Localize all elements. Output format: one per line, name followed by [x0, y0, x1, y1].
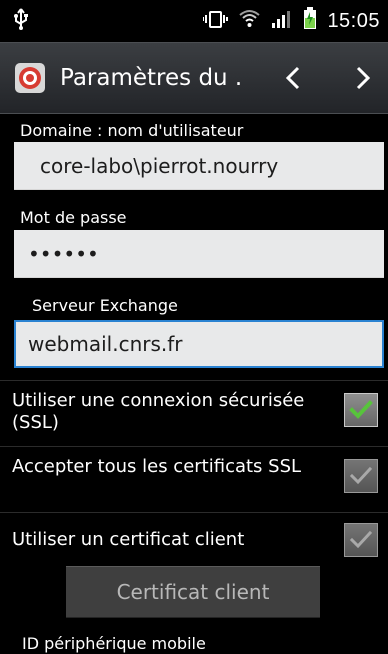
client-certificate-checkbox[interactable]: [344, 523, 378, 557]
usb-icon: [12, 7, 30, 36]
check-icon: [349, 466, 373, 485]
clock: 15:05: [327, 9, 380, 32]
status-bar: 15:05: [0, 0, 388, 42]
status-right: 15:05: [202, 7, 380, 35]
chevron-right-icon[interactable]: [348, 61, 378, 95]
vibrate-icon: [202, 9, 229, 34]
mobile-device-id-label: ID périphérique mobile: [22, 634, 206, 653]
check-icon: [349, 400, 373, 419]
check-icon: [349, 530, 373, 549]
password-field[interactable]: ••••••: [14, 230, 384, 278]
accept-ssl-certificates-label: Accepter tous les certificats SSL: [12, 456, 302, 477]
accept-ssl-certificates-checkbox[interactable]: [344, 459, 378, 493]
exchange-server-field[interactable]: webmail.cnrs.fr: [14, 320, 384, 368]
email-app-icon: [14, 62, 46, 94]
action-bar: Paramètres du .: [0, 42, 388, 114]
password-label: Mot de passe: [20, 208, 127, 227]
ssl-connection-option[interactable]: Utiliser une connexion sécurisée (SSL): [0, 380, 388, 446]
status-left: [12, 7, 30, 36]
domain-username-label: Domaine : nom d'utilisateur: [20, 121, 244, 140]
ssl-connection-checkbox[interactable]: [344, 393, 378, 427]
ssl-connection-label: Utiliser une connexion sécurisée (SSL): [12, 390, 305, 433]
signal-icon: [271, 9, 293, 34]
accept-ssl-certificates-option[interactable]: Accepter tous les certificats SSL: [0, 446, 388, 512]
client-certificate-button[interactable]: Certificat client: [66, 566, 320, 618]
screen-title: Paramètres du .: [60, 65, 243, 91]
settings-form: Domaine : nom d'utilisateur core-labo\pi…: [0, 114, 388, 653]
chevron-left-icon[interactable]: [278, 61, 308, 95]
wifi-icon: [238, 9, 261, 34]
exchange-server-label: Serveur Exchange: [32, 296, 178, 315]
client-certificate-label: Utiliser un certificat client: [12, 529, 245, 550]
client-certificate-option[interactable]: Utiliser un certificat client: [0, 512, 388, 568]
domain-username-field[interactable]: core-labo\pierrot.nourry: [14, 142, 384, 190]
battery-icon: [303, 7, 317, 35]
